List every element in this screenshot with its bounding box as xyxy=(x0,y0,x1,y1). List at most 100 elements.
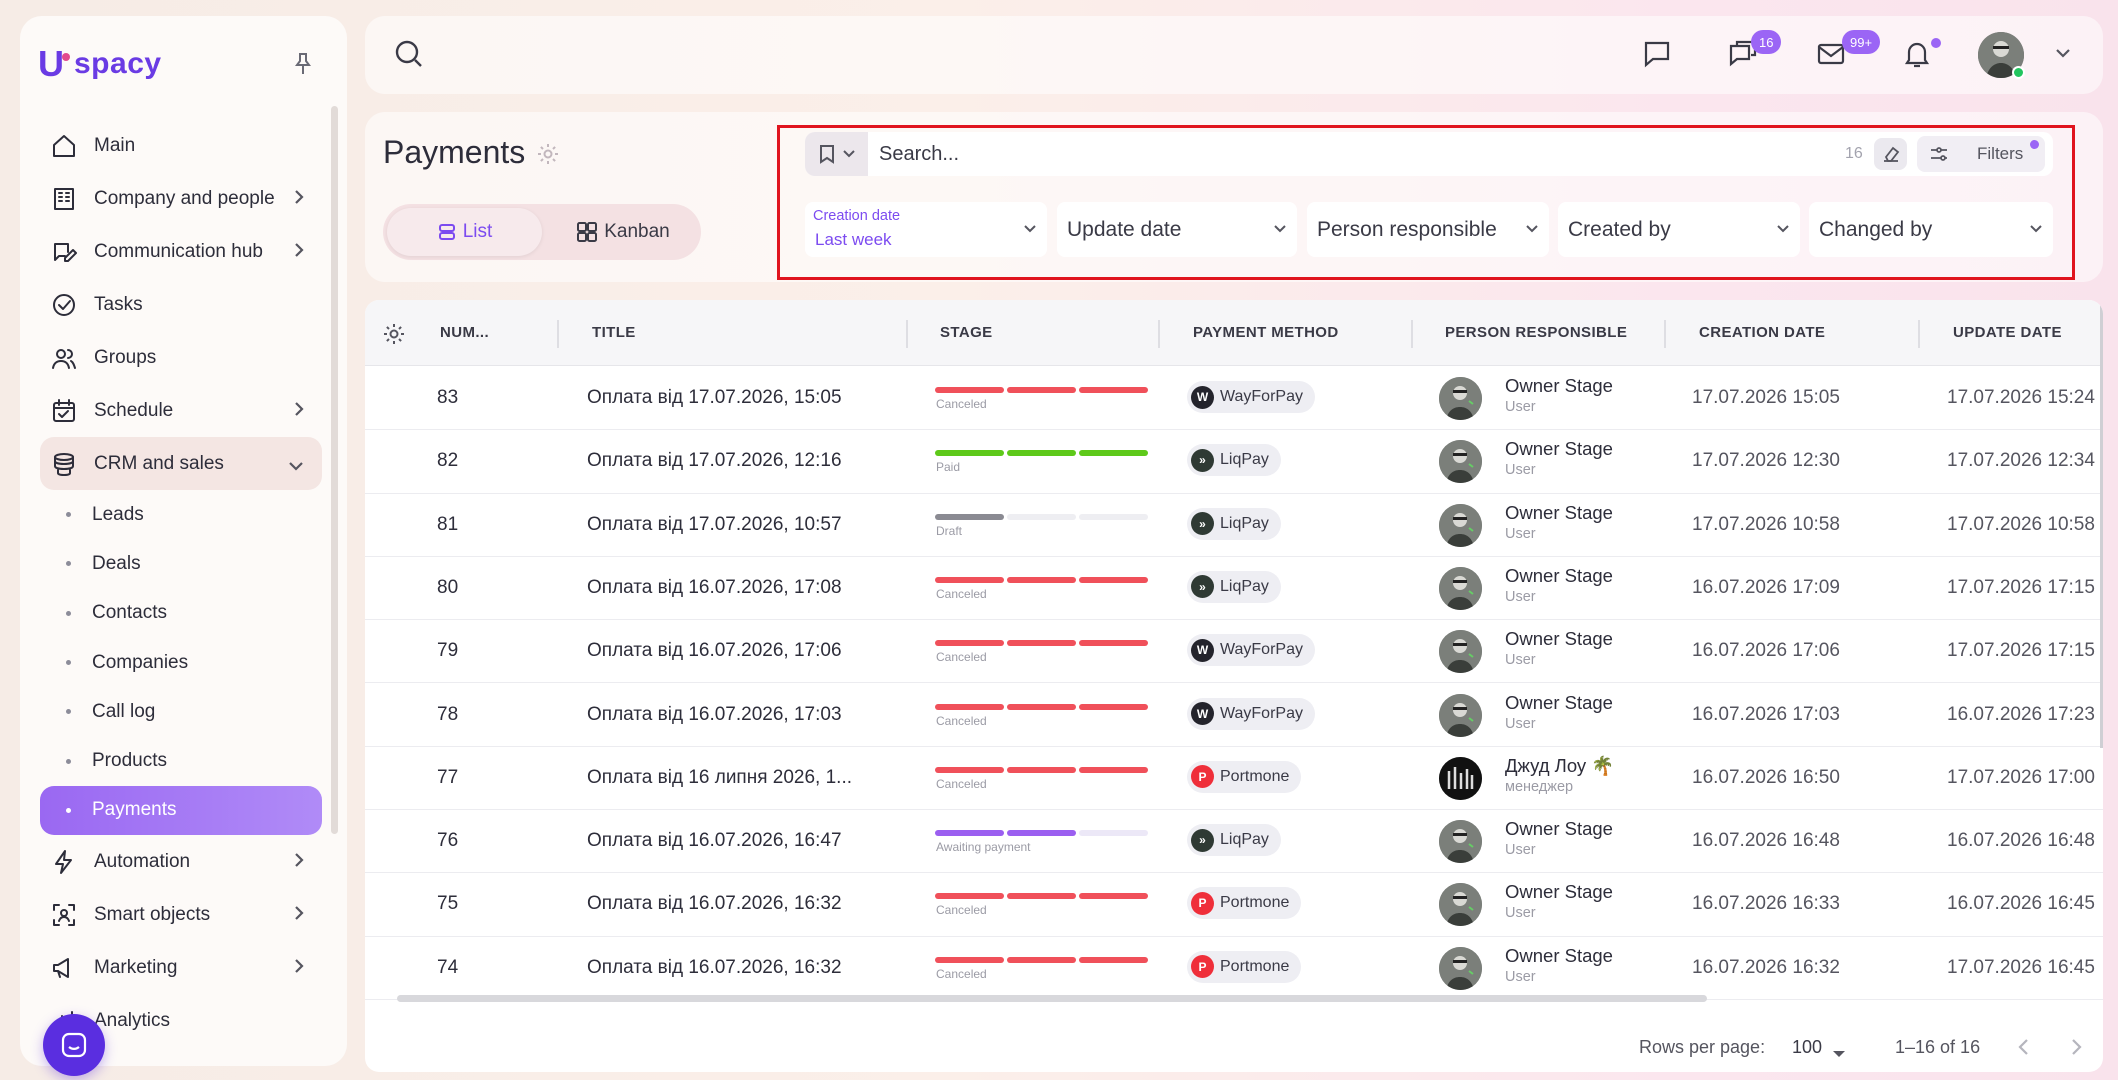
message-icon[interactable] xyxy=(1641,38,1673,75)
sidebar-subitem-leads[interactable]: Leads xyxy=(40,490,322,539)
cell-title[interactable]: Оплата від 16.07.2026, 17:08 xyxy=(587,577,842,599)
sidebar-item-marketing[interactable]: Marketing xyxy=(40,941,322,994)
sidebar-subitem-payments[interactable]: Payments xyxy=(40,785,322,836)
col-title[interactable]: TITLE xyxy=(592,324,636,341)
person-name[interactable]: Owner Stage xyxy=(1505,818,1613,840)
sidebar-item-company-and-people[interactable]: Company and people xyxy=(40,172,322,225)
avatar[interactable] xyxy=(1439,503,1482,547)
list-view-button[interactable]: List xyxy=(387,208,542,256)
avatar[interactable] xyxy=(1439,440,1482,484)
sidebar-item-tasks[interactable]: Tasks xyxy=(40,278,322,331)
logo[interactable]: U spacy xyxy=(38,36,162,92)
table-row[interactable]: 75 Оплата від 16.07.2026, 16:32 Canceled… xyxy=(365,873,2103,937)
person-name[interactable]: Owner Stage xyxy=(1505,502,1613,524)
avatar[interactable] xyxy=(1439,693,1482,737)
col-resizer[interactable] xyxy=(1158,320,1160,348)
cell-title[interactable]: Оплата від 16 липня 2026, 1... xyxy=(587,767,852,789)
avatar[interactable] xyxy=(1439,630,1482,674)
next-page-icon[interactable] xyxy=(2069,1037,2083,1062)
changed-by-filter[interactable]: Changed by xyxy=(1809,202,2053,257)
sidebar-subitem-companies[interactable]: Companies xyxy=(40,638,322,687)
person-name[interactable]: Owner Stage xyxy=(1505,628,1613,650)
person-name[interactable]: Owner Stage xyxy=(1505,375,1613,397)
col-update-date[interactable]: UPDATE DATE xyxy=(1953,324,2062,341)
search-icon[interactable] xyxy=(393,38,425,75)
table-row[interactable]: 83 Оплата від 17.07.2026, 15:05 Canceled… xyxy=(365,367,2103,431)
bell-icon[interactable] xyxy=(1901,38,1933,75)
table-vertical-scrollbar[interactable] xyxy=(2100,300,2103,748)
sidebar-item-crm-and-sales[interactable]: CRM and sales xyxy=(40,437,322,490)
caret-down-icon[interactable] xyxy=(1832,1045,1846,1063)
avatar[interactable] xyxy=(1439,756,1482,800)
chevron-down-icon[interactable] xyxy=(2055,46,2071,64)
sidebar-item-communication-hub[interactable]: Communication hub xyxy=(40,225,322,278)
filters-button[interactable]: Filters xyxy=(1917,136,2045,172)
cell-title[interactable]: Оплата від 17.07.2026, 15:05 xyxy=(587,387,842,409)
created-by-filter[interactable]: Created by xyxy=(1558,202,1800,257)
col-person-responsible[interactable]: PERSON RESPONSIBLE xyxy=(1445,324,1627,341)
update-date-filter[interactable]: Update date xyxy=(1057,202,1297,257)
kanban-view-button[interactable]: Kanban xyxy=(548,208,698,256)
cell-title[interactable]: Оплата від 16.07.2026, 17:06 xyxy=(587,640,842,662)
table-row[interactable]: 74 Оплата від 16.07.2026, 16:32 Canceled… xyxy=(365,937,2103,1000)
cell-title[interactable]: Оплата від 17.07.2026, 12:16 xyxy=(587,450,842,472)
person-name[interactable]: Owner Stage xyxy=(1505,438,1613,460)
table-row[interactable]: 77 Оплата від 16 липня 2026, 1... Cancel… xyxy=(365,747,2103,811)
search-input[interactable] xyxy=(879,140,1779,168)
table-row[interactable]: 76 Оплата від 16.07.2026, 16:47 Awaiting… xyxy=(365,810,2103,874)
col-resizer[interactable] xyxy=(906,320,908,348)
col-resizer[interactable] xyxy=(1411,320,1413,348)
table-row[interactable]: 81 Оплата від 17.07.2026, 10:57 Draft » … xyxy=(365,494,2103,557)
col-resizer[interactable] xyxy=(1918,320,1920,348)
sidebar-subitem-call-log[interactable]: Call log xyxy=(40,687,322,736)
sidebar-subitem-products[interactable]: Products xyxy=(40,736,322,785)
sidebar-item-schedule[interactable]: Schedule xyxy=(40,384,322,437)
person-name[interactable]: Джуд Лоу 🌴 xyxy=(1505,755,1614,777)
person-responsible-filter[interactable]: Person responsible xyxy=(1307,202,1549,257)
person-name[interactable]: Owner Stage xyxy=(1505,881,1613,903)
support-chat-button[interactable] xyxy=(43,1014,105,1076)
avatar[interactable] xyxy=(1439,883,1482,927)
payment-method-label: LiqPay xyxy=(1220,831,1269,849)
cell-title[interactable]: Оплата від 16.07.2026, 17:03 xyxy=(587,704,842,726)
avatar[interactable] xyxy=(1439,946,1482,990)
payment-method-chip: P Portmone xyxy=(1187,887,1302,920)
table-row[interactable]: 78 Оплата від 16.07.2026, 17:03 Canceled… xyxy=(365,684,2103,747)
cell-title[interactable]: Оплата від 16.07.2026, 16:32 xyxy=(587,893,842,915)
table-row[interactable]: 82 Оплата від 17.07.2026, 12:16 Paid » L… xyxy=(365,430,2103,494)
avatar[interactable] xyxy=(1439,820,1482,864)
sidebar-item-groups[interactable]: Groups xyxy=(40,331,322,384)
col-number[interactable]: NUM... xyxy=(440,324,489,341)
avatar[interactable] xyxy=(1439,566,1482,610)
col-stage[interactable]: STAGE xyxy=(940,324,993,341)
saved-filters-button[interactable] xyxy=(805,132,868,176)
col-resizer[interactable] xyxy=(1664,320,1666,348)
previous-page-icon[interactable] xyxy=(2017,1037,2031,1062)
cell-title[interactable]: Оплата від 16.07.2026, 16:47 xyxy=(587,830,842,852)
sidebar-subitem-deals[interactable]: Deals xyxy=(40,539,322,588)
sidebar-item-smart-objects[interactable]: Smart objects xyxy=(40,888,322,941)
avatar[interactable] xyxy=(1439,377,1482,420)
person-name[interactable]: Owner Stage xyxy=(1505,692,1613,714)
table-horizontal-scrollbar[interactable] xyxy=(397,995,1707,1002)
column-settings-gear-icon[interactable] xyxy=(382,322,406,351)
creation-date-filter[interactable]: Creation date Last week xyxy=(805,202,1047,257)
table-row[interactable]: 79 Оплата від 16.07.2026, 17:06 Canceled… xyxy=(365,620,2103,684)
cell-title[interactable]: Оплата від 17.07.2026, 10:57 xyxy=(587,514,842,536)
sidebar-scrollbar[interactable] xyxy=(331,106,338,834)
col-payment-method[interactable]: PAYMENT METHOD xyxy=(1193,324,1339,341)
table-row[interactable]: 80 Оплата від 16.07.2026, 17:08 Canceled… xyxy=(365,557,2103,621)
sidebar-item-main[interactable]: Main xyxy=(40,119,322,172)
rows-per-page-select[interactable]: 100 xyxy=(1792,1037,1822,1058)
pin-icon[interactable] xyxy=(292,52,314,81)
clear-filters-button[interactable] xyxy=(1874,138,1907,170)
person-name[interactable]: Owner Stage xyxy=(1505,565,1613,587)
creation-date-value: Last week xyxy=(815,230,892,249)
sidebar-subitem-contacts[interactable]: Contacts xyxy=(40,589,322,638)
cell-title[interactable]: Оплата від 16.07.2026, 16:32 xyxy=(587,957,842,979)
col-creation-date[interactable]: CREATION DATE xyxy=(1699,324,1825,341)
person-name[interactable]: Owner Stage xyxy=(1505,945,1613,967)
col-resizer[interactable] xyxy=(557,320,559,348)
settings-gear-icon[interactable] xyxy=(536,142,560,171)
sidebar-item-automation[interactable]: Automation xyxy=(40,835,322,888)
